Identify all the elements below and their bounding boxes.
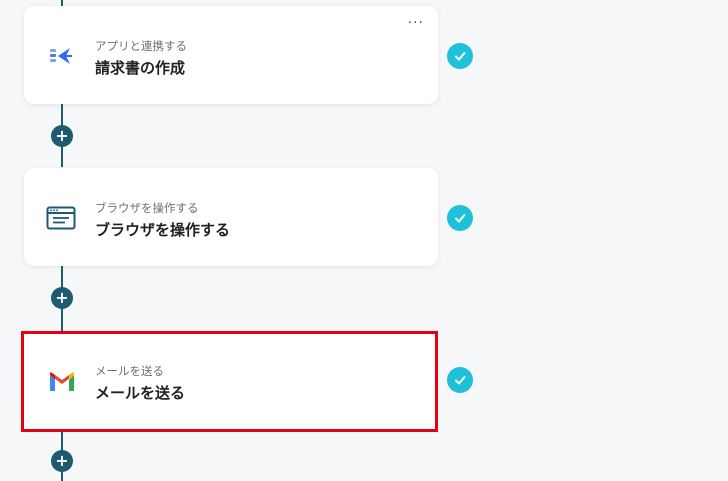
step-title: ブラウザを操作する xyxy=(95,221,231,239)
step-subtitle: アプリと連携する xyxy=(95,39,187,53)
step-title: 請求書の作成 xyxy=(95,59,186,77)
step-title: メールを送る xyxy=(95,384,186,402)
browser-window-icon xyxy=(46,205,76,231)
check-icon xyxy=(447,205,473,231)
step-subtitle: メールを送る xyxy=(95,364,164,378)
check-icon xyxy=(447,367,473,393)
add-step-button[interactable]: + xyxy=(51,287,73,309)
workflow-canvas: アプリと連携する 請求書の作成 ··· + ブラウザを操作する ブラウザを操作す… xyxy=(0,0,728,481)
step-card-browser[interactable]: ブラウザを操作する ブラウザを操作する xyxy=(24,168,438,266)
check-icon xyxy=(447,43,473,69)
invoice-app-icon xyxy=(46,43,76,69)
add-step-button[interactable]: + xyxy=(51,450,73,472)
step-subtitle: ブラウザを操作する xyxy=(95,201,199,215)
step-card-send-mail[interactable]: メールを送る メールを送る xyxy=(21,331,438,432)
gmail-icon xyxy=(47,369,77,395)
more-options-button[interactable]: ··· xyxy=(408,16,424,30)
add-step-button[interactable]: + xyxy=(51,125,73,147)
step-card-invoice[interactable]: アプリと連携する 請求書の作成 ··· xyxy=(24,6,438,104)
